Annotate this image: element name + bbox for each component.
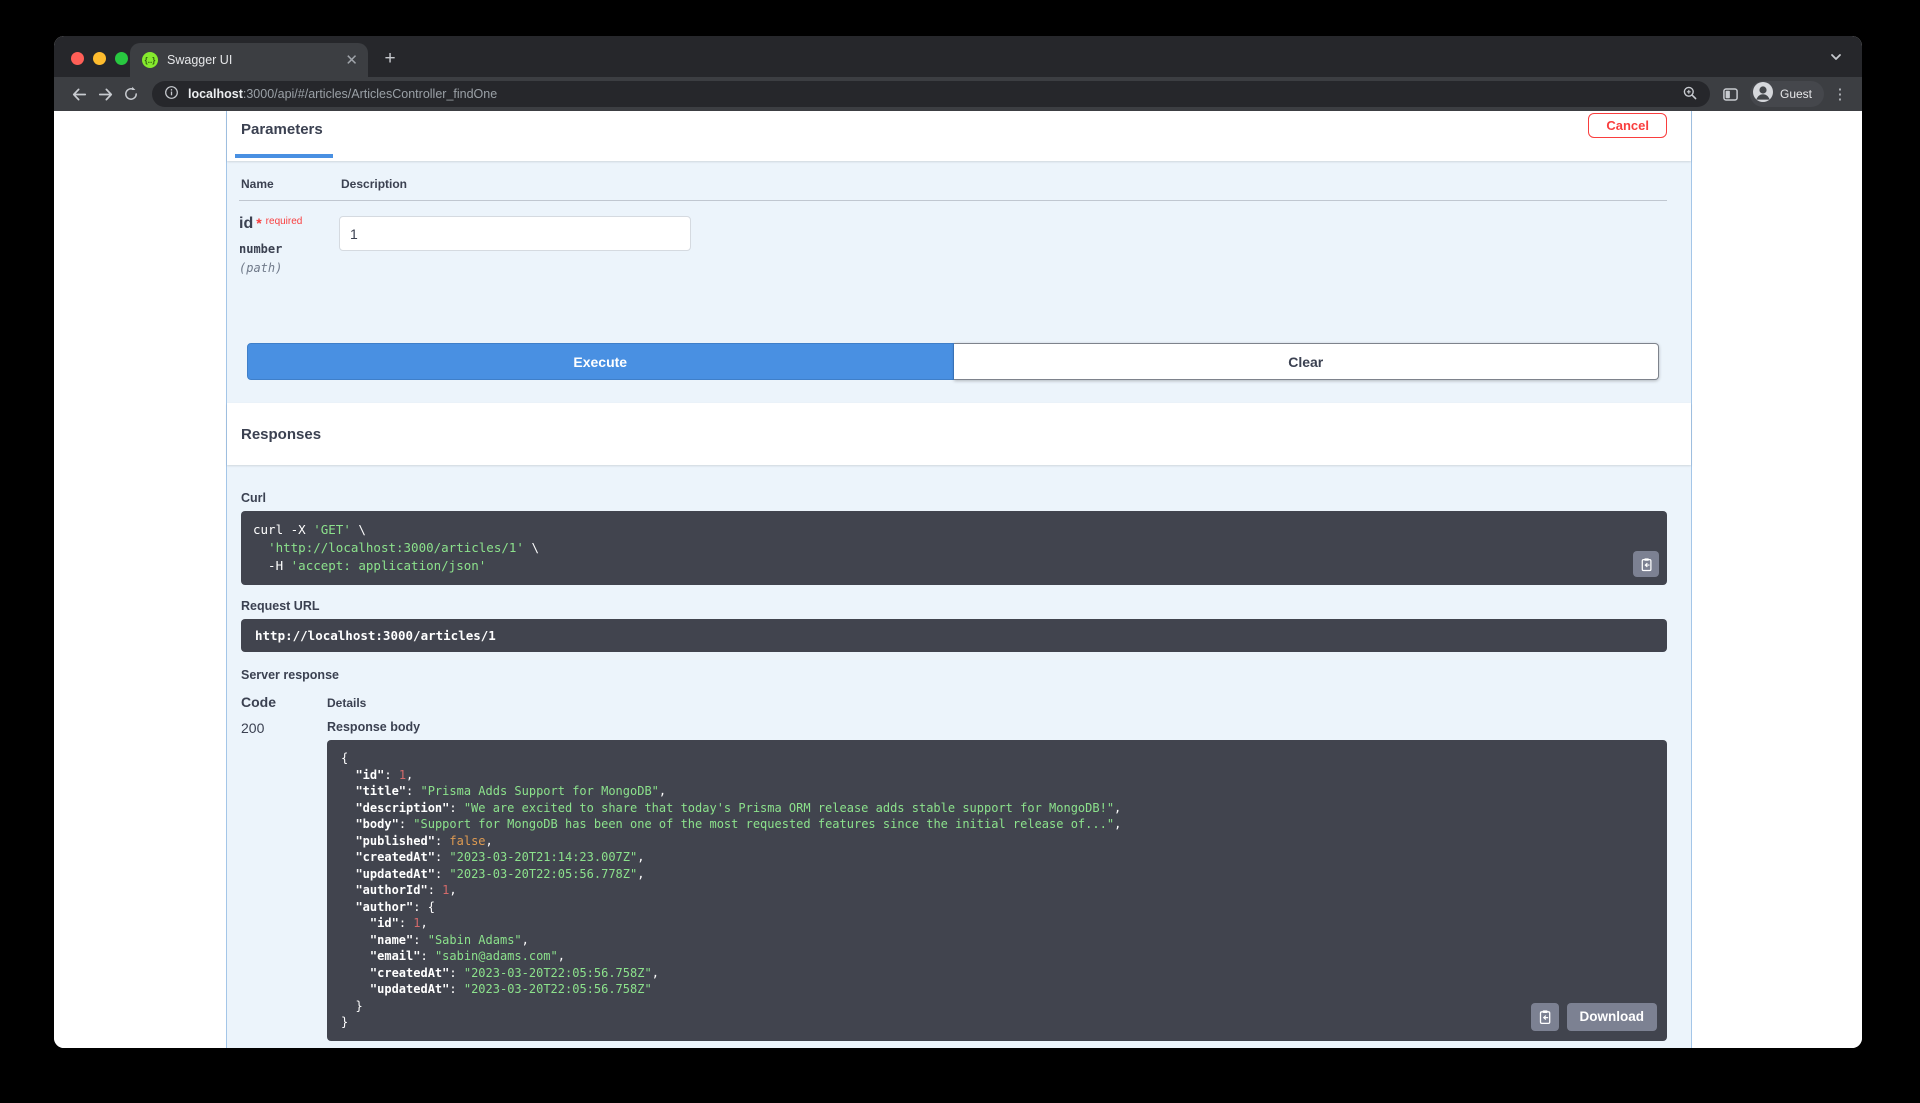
parameter-name: id * required: [239, 215, 303, 232]
browser-tab[interactable]: {..} Swagger UI ✕: [130, 43, 368, 77]
status-code: 200: [241, 720, 265, 736]
url-text: localhost:3000/api/#/articles/ArticlesCo…: [188, 87, 497, 101]
browser-menu-icon[interactable]: ⋮: [1830, 85, 1850, 103]
new-tab-button[interactable]: +: [376, 45, 404, 73]
server-response-table-header: Code Details: [241, 694, 1667, 710]
page-viewport: Parameters Cancel Name Description id * re…: [54, 111, 1862, 1048]
response-body-block: { "id": 1, "title": "Prisma Adds Support…: [327, 740, 1667, 1041]
download-button[interactable]: Download: [1566, 1002, 1657, 1031]
operation-block: Parameters Cancel Name Description id * re…: [226, 111, 1692, 1048]
profile-label: Guest: [1779, 87, 1812, 101]
response-body-label: Response body: [327, 720, 421, 734]
responses-body: Curl curl -X 'GET' \ 'http://localhost:3…: [227, 465, 1691, 1041]
desktop-background: {..} Swagger UI ✕ + localhost:3000/api/#…: [0, 0, 1920, 1103]
column-description: Description: [341, 177, 408, 191]
tab-title: Swagger UI: [167, 53, 233, 67]
parameter-value-cell: [339, 215, 691, 275]
execute-row: Execute Clear: [247, 343, 1659, 380]
parameters-table: Name Description id * required number (pat…: [227, 161, 1691, 403]
id-parameter-input[interactable]: [339, 216, 691, 251]
maximize-window-button[interactable]: [115, 52, 128, 65]
parameter-type: number: [239, 242, 283, 256]
close-window-button[interactable]: [71, 52, 84, 65]
responses-title: Responses: [241, 425, 322, 443]
parameters-table-header: Name Description: [239, 177, 1667, 201]
server-response-label: Server response: [241, 668, 339, 682]
url-bar[interactable]: localhost:3000/api/#/articles/ArticlesCo…: [152, 81, 1710, 107]
zoom-magnifier-icon[interactable]: [1682, 85, 1698, 104]
parameter-location: (path): [239, 261, 283, 275]
parameters-section-header: Parameters Cancel: [227, 111, 1691, 161]
server-response-row: 200 Response body { "id": 1, "title": "P…: [241, 720, 1667, 1041]
response-body-controls: Download: [1530, 1002, 1657, 1031]
profile-chip[interactable]: Guest: [1749, 81, 1824, 107]
avatar-icon: [1752, 81, 1773, 107]
curl-command-text: curl -X 'GET' \ 'http://localhost:3000/a…: [253, 522, 539, 573]
tab-search-chevron-icon[interactable]: [1828, 49, 1844, 70]
response-body-json: { "id": 1, "title": "Prisma Adds Support…: [341, 751, 1122, 1029]
copy-curl-button[interactable]: [1633, 551, 1659, 577]
cancel-button[interactable]: Cancel: [1588, 113, 1667, 138]
forward-icon[interactable]: [92, 81, 118, 107]
back-icon[interactable]: [66, 81, 92, 107]
url-host: localhost: [188, 87, 243, 101]
swagger-favicon-icon: {..}: [142, 52, 158, 68]
parameter-row: id * required number (path): [239, 215, 1667, 275]
parameter-meta: id * required number (path): [239, 215, 339, 275]
tab-close-icon[interactable]: ✕: [345, 53, 358, 68]
column-name: Name: [241, 177, 274, 191]
minimize-window-button[interactable]: [93, 52, 106, 65]
required-star: *: [256, 215, 262, 231]
side-panel-icon[interactable]: [1718, 81, 1744, 107]
column-details: Details: [327, 696, 367, 710]
browser-window: {..} Swagger UI ✕ + localhost:3000/api/#…: [54, 36, 1862, 1048]
tab-parameters[interactable]: Parameters: [235, 111, 333, 161]
execute-button[interactable]: Execute: [247, 343, 954, 380]
window-controls: [71, 52, 128, 65]
reload-icon[interactable]: [118, 81, 144, 107]
response-details-cell: Response body { "id": 1, "title": "Prism…: [327, 720, 1667, 1041]
request-url-value: http://localhost:3000/articles/1: [241, 619, 1667, 652]
curl-label: Curl: [241, 491, 266, 505]
responses-section-header: Responses: [227, 403, 1691, 465]
tab-strip: {..} Swagger UI ✕ +: [54, 36, 1862, 77]
request-url-label: Request URL: [241, 599, 320, 613]
url-path: :3000/api/#/articles/ArticlesController_…: [242, 87, 498, 101]
active-tab-underline: [235, 154, 333, 158]
clear-button[interactable]: Clear: [953, 343, 1659, 380]
site-info-icon[interactable]: [164, 85, 179, 103]
parameters-title: Parameters: [241, 121, 323, 138]
required-label: required: [265, 216, 303, 227]
curl-command-block: curl -X 'GET' \ 'http://localhost:3000/a…: [241, 511, 1667, 585]
copy-response-button[interactable]: [1530, 1002, 1559, 1031]
browser-toolbar: localhost:3000/api/#/articles/ArticlesCo…: [54, 77, 1862, 111]
column-code: Code: [241, 694, 276, 710]
